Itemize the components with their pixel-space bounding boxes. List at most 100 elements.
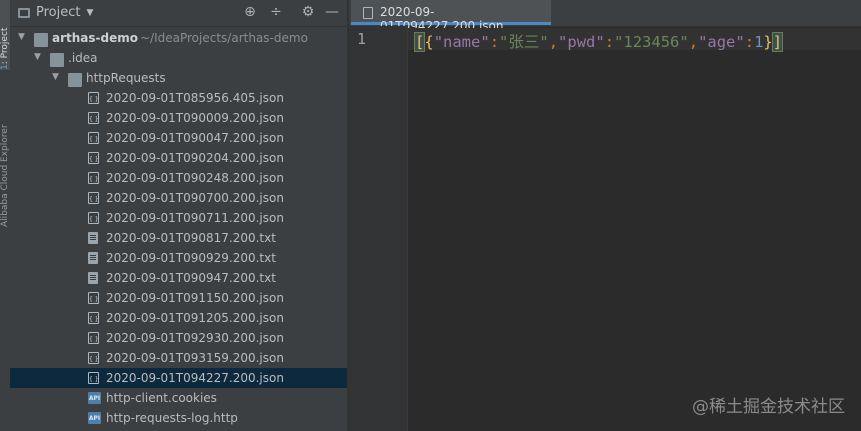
json-file-icon: [88, 172, 99, 184]
tree-item-label: 2020-09-01T090047.200.json: [106, 131, 284, 145]
tree-item[interactable]: API http-requests-log.http: [10, 408, 347, 428]
json-file-icon: [88, 332, 99, 344]
chevron-down-icon[interactable]: ▼: [52, 72, 59, 82]
chevron-down-icon: ▼: [86, 7, 94, 18]
project-panel: Project ▼ ⊕ ÷ ⚙ — ▼ arthas-demo ~/IdeaProj…: [10, 0, 347, 431]
tree-item[interactable]: 2020-09-01T085956.405.json: [10, 88, 347, 108]
colon: :: [489, 33, 500, 51]
collapse-all-icon[interactable]: ÷: [268, 4, 284, 20]
json-file-icon: [88, 352, 99, 364]
brace-close: }: [763, 33, 773, 51]
json-file-icon: [88, 92, 99, 104]
cloud-explorer-tool-tab[interactable]: Alibaba Cloud Explorer: [0, 92, 10, 227]
comma: ,: [688, 33, 699, 51]
locate-target-icon[interactable]: ⊕: [242, 4, 258, 20]
tree-item[interactable]: ▼ .idea: [10, 48, 347, 68]
tree-item-label: 2020-09-01T090817.200.txt: [106, 231, 276, 245]
tree-item[interactable]: 2020-09-01T091150.200.json: [10, 288, 347, 308]
colon: :: [604, 33, 615, 51]
comma: ,: [548, 33, 559, 51]
tree-item-label: http-requests-log.http: [106, 411, 238, 425]
tree-item[interactable]: API http-client.cookies: [10, 388, 347, 408]
tree-item[interactable]: 2020-09-01T090248.200.json: [10, 168, 347, 188]
tree-item-path: ~/IdeaProjects/arthas-demo: [140, 31, 308, 45]
json-file-icon: [88, 312, 99, 324]
json-file-icon: [88, 212, 99, 224]
editor-tab-bar: 2020-09-01T094227.200.json: [349, 0, 861, 33]
project-tool-tab-number: 1: [0, 64, 10, 70]
tree-item-label: 2020-09-01T090711.200.json: [106, 211, 284, 225]
http-file-icon: API: [88, 392, 101, 404]
project-panel-title: Project: [36, 5, 81, 20]
json-key-name: "name": [433, 33, 490, 51]
line-number: 1: [357, 30, 367, 48]
tree-item-label: http-client.cookies: [106, 391, 217, 405]
module-folder-icon: [34, 33, 48, 47]
tree-item-label: 2020-09-01T090929.200.txt: [106, 251, 276, 265]
json-file-icon: [88, 112, 99, 124]
tree-item-label: .idea: [68, 51, 98, 65]
tree-item[interactable]: 2020-09-01T090711.200.json: [10, 208, 347, 228]
folder-icon: [50, 53, 64, 67]
tree-item-label: 2020-09-01T090700.200.json: [106, 191, 284, 205]
gear-icon[interactable]: ⚙: [300, 4, 316, 20]
tree-item-label: 2020-09-01T090947.200.txt: [106, 271, 276, 285]
tree-item-label: 2020-09-01T090204.200.json: [106, 151, 284, 165]
project-view-icon: [18, 7, 30, 18]
editor-tab-active[interactable]: 2020-09-01T094227.200.json: [351, 0, 551, 33]
editor-area: 2020-09-01T094227.200.json 1 [{"name":"张…: [349, 0, 861, 431]
tree-item-selected[interactable]: 2020-09-01T094227.200.json: [10, 368, 347, 388]
json-file-icon: [363, 7, 373, 19]
tree-item-label: arthas-demo: [52, 31, 138, 45]
tree-item-label: 2020-09-01T091150.200.json: [106, 291, 284, 305]
text-file-icon: [88, 272, 98, 284]
tree-item[interactable]: 2020-09-01T093159.200.json: [10, 348, 347, 368]
project-panel-header: Project ▼ ⊕ ÷ ⚙ —: [10, 0, 347, 27]
json-file-icon: [88, 192, 99, 204]
tree-item-label: httpRequests: [86, 71, 166, 85]
json-file-icon: [88, 152, 99, 164]
watermark: @稀土掘金技术社区: [692, 397, 845, 417]
project-tool-tab[interactable]: 1: Project: [0, 0, 10, 70]
tree-item[interactable]: 2020-09-01T090009.200.json: [10, 108, 347, 128]
tree-item[interactable]: ▼ httpRequests: [10, 68, 347, 88]
json-file-icon: [88, 132, 99, 144]
http-file-icon: API: [88, 412, 101, 424]
tree-item[interactable]: 2020-09-01T090817.200.txt: [10, 228, 347, 248]
tree-item-label: 2020-09-01T094227.200.json: [106, 371, 284, 385]
tree-item-label: 2020-09-01T085956.405.json: [106, 91, 284, 105]
tree-item[interactable]: 2020-09-01T090204.200.json: [10, 148, 347, 168]
project-tool-tab-label: : Project: [0, 27, 10, 65]
chevron-down-icon[interactable]: ▼: [18, 32, 25, 42]
text-file-icon: [88, 252, 98, 264]
brace-open: {: [424, 33, 434, 51]
bracket-open: [: [413, 32, 426, 52]
chevron-down-icon[interactable]: ▼: [34, 52, 41, 62]
tree-item-label: 2020-09-01T092930.200.json: [106, 331, 284, 345]
json-key-age: "age": [698, 33, 745, 51]
tree-item[interactable]: 2020-09-01T092930.200.json: [10, 328, 347, 348]
json-value-name: "张三": [499, 33, 549, 51]
tree-item[interactable]: 2020-09-01T090929.200.txt: [10, 248, 347, 268]
tree-item[interactable]: 2020-09-01T090947.200.txt: [10, 268, 347, 288]
line-number-gutter: 1: [349, 26, 408, 431]
project-view-selector[interactable]: Project ▼: [18, 5, 93, 20]
hide-panel-icon[interactable]: —: [324, 4, 340, 20]
bracket-close: ]: [771, 32, 784, 52]
json-file-icon: [88, 292, 99, 304]
tree-item[interactable]: 2020-09-01T091205.200.json: [10, 308, 347, 328]
code-line[interactable]: [{"name":"张三","pwd":"123456","age":1}]: [413, 30, 784, 52]
tree-item-label: 2020-09-01T090248.200.json: [106, 171, 284, 185]
tree-item-label: 2020-09-01T090009.200.json: [106, 111, 284, 125]
json-file-icon: [88, 372, 99, 384]
json-value-pwd: "123456": [614, 33, 689, 51]
colon: :: [744, 33, 755, 51]
tree-item-label: 2020-09-01T093159.200.json: [106, 351, 284, 365]
json-key-pwd: "pwd": [558, 33, 605, 51]
tree-item[interactable]: 2020-09-01T090700.200.json: [10, 188, 347, 208]
folder-icon: [68, 73, 82, 87]
tree-item[interactable]: ▼ arthas-demo ~/IdeaProjects/arthas-demo: [10, 28, 347, 48]
text-file-icon: [88, 232, 98, 244]
tree-item[interactable]: 2020-09-01T090047.200.json: [10, 128, 347, 148]
tree-item-label: 2020-09-01T091205.200.json: [106, 311, 284, 325]
